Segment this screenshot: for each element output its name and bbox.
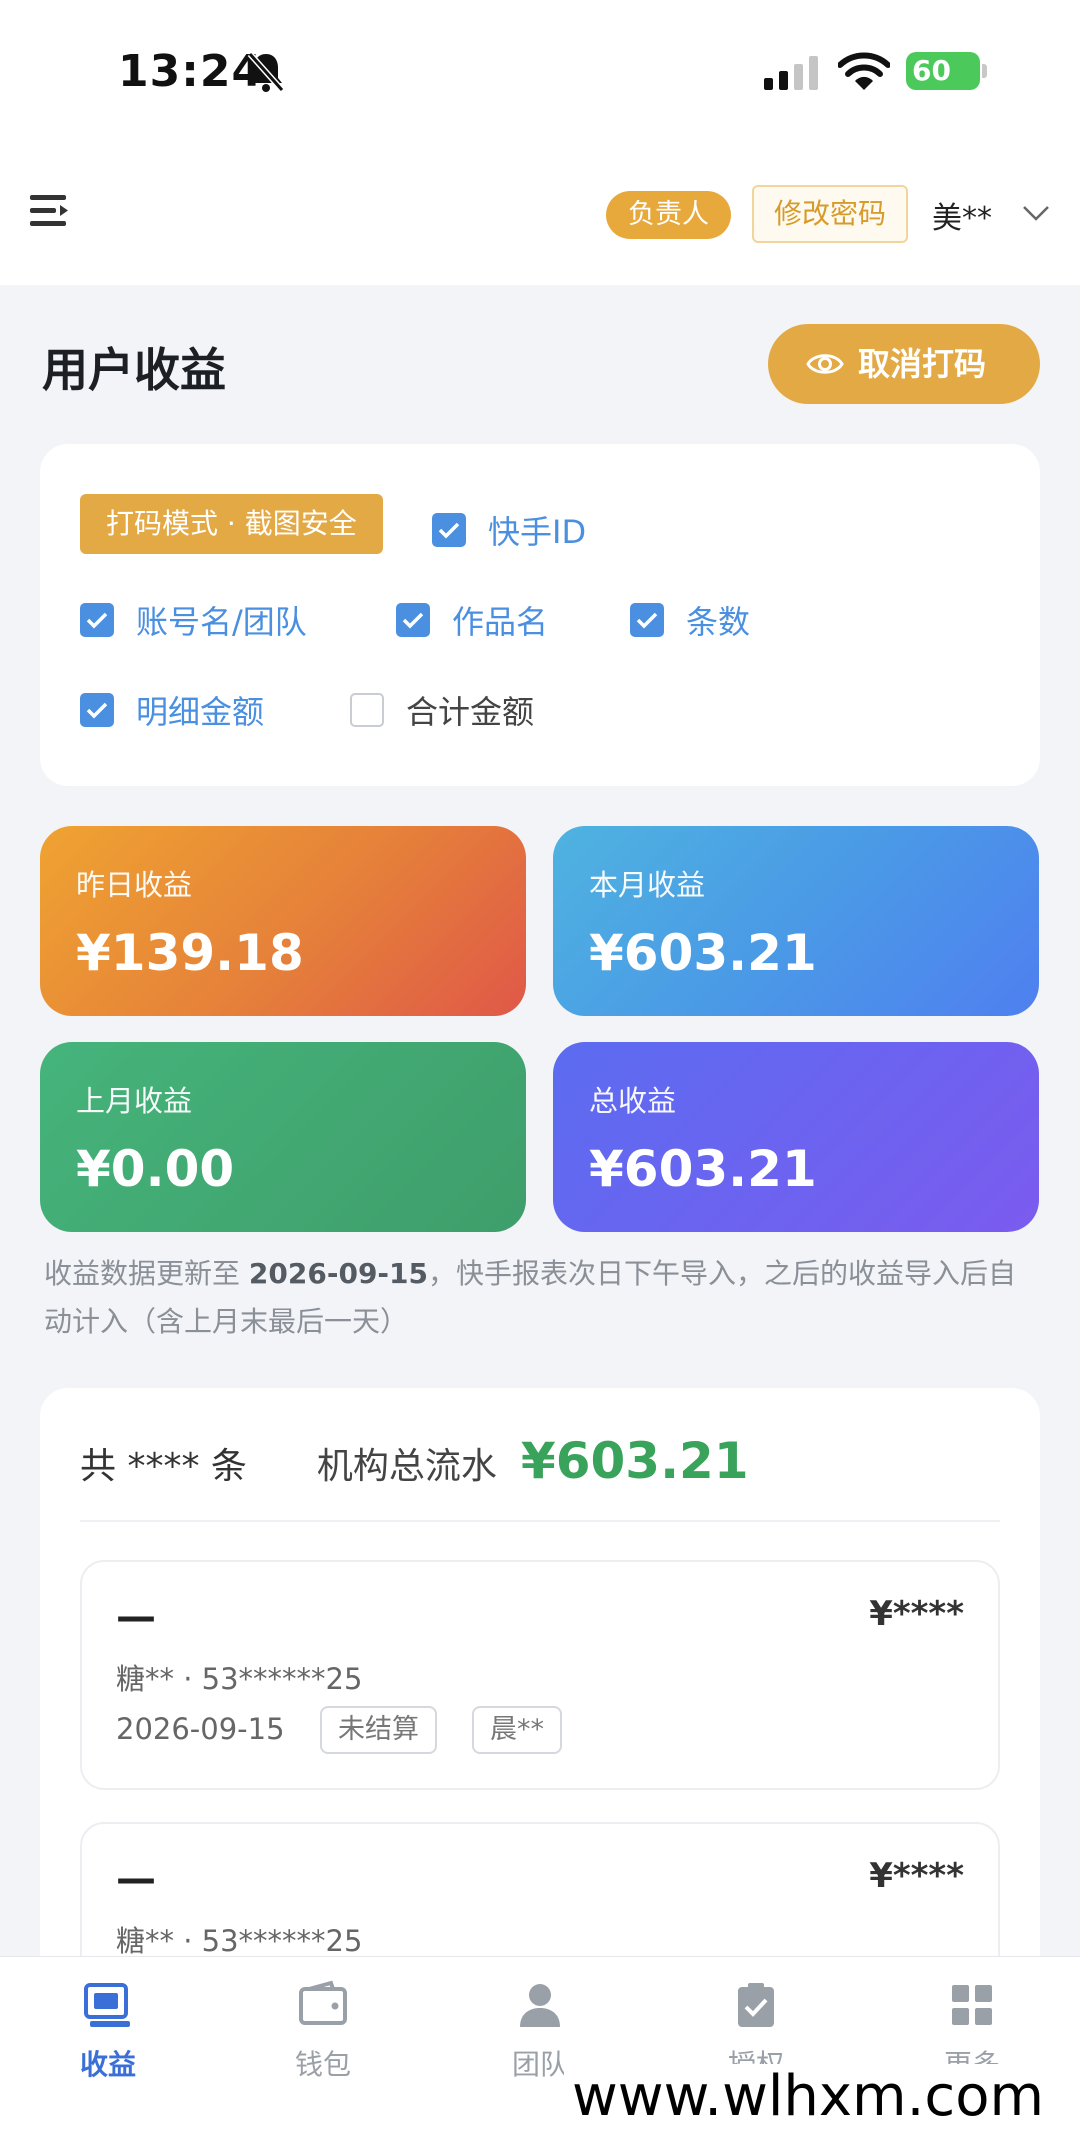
stat-value: ¥139.18 (76, 924, 304, 982)
record-amount: ¥**** (869, 1594, 964, 1634)
record-account: 糖** · 53******25 (116, 1662, 363, 1696)
update-note-date: 2026-09-15 (248, 1257, 429, 1290)
wallet-icon (299, 1980, 347, 2025)
site-watermark: www.wlhxm.com (564, 2064, 1053, 2130)
tab-label: 钱包 (294, 2048, 351, 2081)
checkbox-label: 账号名/团队 (136, 603, 307, 641)
checkbox-label: 条数 (686, 603, 751, 641)
records-card: 共 **** 条 机构总流水 ¥603.21 — ¥**** 糖** · 53*… (40, 1388, 1040, 2008)
tab-label: 收益 (79, 2048, 136, 2081)
top-nav: 负责人 修改密码 美** (0, 145, 1080, 285)
earnings-icon (84, 1983, 130, 2027)
record-item[interactable]: — ¥**** 糖** · 53******25 2026-09-15 未结算 … (80, 1560, 1000, 1790)
filter-card: 打码模式 · 截图安全 快手ID 账号名/团队 作品名 条数 明细金额 合计金额 (40, 444, 1040, 786)
checkbox-checked-icon (630, 603, 664, 637)
record-count: 共 **** 条 (80, 1446, 247, 1487)
checkbox-label: 合计金额 (406, 693, 535, 731)
eye-icon (806, 354, 844, 374)
checkbox-checked-icon (80, 603, 114, 637)
role-badge: 负责人 (606, 191, 731, 239)
stat-value: ¥603.21 (589, 924, 817, 982)
record-account: 糖** · 53******25 (116, 1924, 363, 1958)
checkbox-count[interactable]: 条数 (630, 597, 750, 643)
checkbox-unchecked-icon (350, 693, 384, 727)
checkbox-work-name[interactable]: 作品名 (396, 597, 548, 643)
checkbox-checked-icon (396, 603, 430, 637)
checkbox-detail-amount[interactable]: 明细金额 (80, 687, 264, 733)
stat-value: ¥603.21 (589, 1140, 817, 1198)
stat-card-total: 总收益 ¥603.21 (553, 1042, 1039, 1232)
wifi-icon (838, 52, 890, 90)
change-password-button[interactable]: 修改密码 (752, 185, 909, 243)
stat-label: 昨日收益 (76, 868, 193, 902)
status-tag: 未结算 (320, 1706, 437, 1754)
chevron-down-icon[interactable] (1022, 203, 1050, 223)
checkbox-account-team[interactable]: 账号名/团队 (80, 597, 307, 643)
team-icon (520, 1984, 560, 2027)
more-grid-icon (952, 1985, 992, 2025)
flow-value: ¥603.21 (520, 1432, 749, 1490)
checkbox-total-amount[interactable]: 合计金额 (350, 687, 534, 733)
tab-earnings[interactable]: 收益 (48, 1979, 168, 2083)
stat-card-last-month: 上月收益 ¥0.00 (40, 1042, 526, 1232)
stat-value: ¥0.00 (76, 1140, 235, 1198)
bell-muted-icon (247, 52, 285, 92)
checkbox-checked-icon (80, 693, 114, 727)
flow-label: 机构总流水 (316, 1446, 497, 1487)
summary-row: 共 **** 条 机构总流水 ¥603.21 (80, 1432, 749, 1490)
owner-tag: 晨** (472, 1706, 562, 1754)
battery-level: 60 (912, 54, 951, 87)
checkbox-checked-icon (432, 513, 466, 547)
checkbox-label: 作品名 (452, 603, 549, 641)
checkbox-label: 快手ID (488, 513, 587, 551)
tab-wallet[interactable]: 钱包 (263, 1979, 383, 2083)
user-name[interactable]: 美** (932, 193, 992, 237)
status-bar: 13:24 60 (0, 0, 1080, 145)
menu-icon[interactable] (30, 193, 70, 229)
stat-label: 上月收益 (76, 1084, 193, 1118)
authorize-icon (738, 1983, 774, 2027)
record-title: — (116, 1856, 156, 1902)
checkbox-kuaishou-id[interactable]: 快手ID (432, 507, 586, 553)
record-date: 2026-09-15 (116, 1712, 285, 1746)
mode-badge: 打码模式 · 截图安全 (80, 494, 383, 554)
battery-tip (982, 64, 987, 78)
unmask-button-label: 取消打码 (858, 345, 987, 383)
page-title: 用户收益 (42, 343, 226, 397)
divider (80, 1520, 1000, 1522)
checkbox-label: 明细金额 (136, 693, 265, 731)
record-title: — (116, 1594, 156, 1640)
stat-label: 本月收益 (589, 868, 706, 902)
battery-indicator: 60 (906, 52, 980, 90)
record-amount: ¥**** (869, 1856, 964, 1896)
update-note: 收益数据更新至 2026-09-15，快手报表次日下午导入，之后的收益导入后自动… (44, 1250, 1034, 1346)
stat-label: 总收益 (589, 1084, 677, 1118)
update-note-prefix: 收益数据更新至 (44, 1257, 249, 1290)
status-time: 13:24 (118, 46, 264, 97)
unmask-button[interactable]: 取消打码 (768, 324, 1040, 404)
stat-card-yesterday: 昨日收益 ¥139.18 (40, 826, 526, 1016)
signal-icon (764, 56, 818, 90)
stat-card-this-month: 本月收益 ¥603.21 (553, 826, 1039, 1016)
